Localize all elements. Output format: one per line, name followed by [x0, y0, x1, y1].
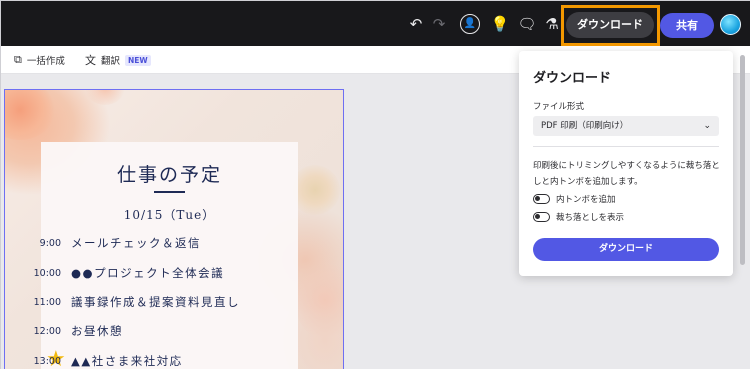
schedule-date: 10/15（Tue） [123, 208, 216, 222]
flask-icon[interactable]: ⚗ [542, 14, 562, 34]
file-format-value: PDF 印刷（印刷向け） [541, 121, 629, 131]
share-button[interactable]: 共有 [660, 13, 714, 38]
divider [533, 146, 719, 147]
panel-download-button[interactable]: ダウンロード [533, 238, 719, 261]
translate-button[interactable]: 文 翻訳 NEW [85, 46, 151, 74]
crop-marks-label: 内トンボを追加 [556, 195, 616, 205]
schedule-text: メールチェック＆返信 [71, 236, 201, 250]
new-badge: NEW [125, 54, 151, 66]
crop-marks-option[interactable]: 内トンボを追加 [533, 192, 616, 206]
panel-title: ダウンロード [533, 71, 612, 86]
download-button-highlight [561, 5, 660, 46]
schedule-time: 9:00 [39, 237, 61, 249]
idea-icon[interactable]: 💡 [490, 14, 510, 34]
undo-icon[interactable]: ↶ [406, 14, 426, 34]
comment-icon[interactable]: 🗨 [517, 14, 537, 34]
bleed-option[interactable]: 裁ち落としを表示 [533, 210, 624, 224]
translate-label: 翻訳 [101, 56, 121, 67]
scrollbar-thumb[interactable] [740, 55, 745, 265]
bulk-create-label: 一括作成 [26, 56, 65, 67]
print-description: 印刷後にトリミングしやすくなるように裁ち落としと内トンボを追加します。 [533, 161, 720, 187]
schedule-time: 13:00 [33, 355, 61, 367]
bulk-create-icon: ⧉ [14, 53, 22, 66]
flower-decoration [85, 90, 125, 105]
chevron-down-icon: ⌄ [703, 121, 711, 131]
title-underline [154, 191, 185, 193]
redo-icon[interactable]: ↷ [429, 14, 449, 34]
crop-marks-toggle[interactable] [533, 194, 550, 204]
schedule-text: 議事録作成＆提案資料見直し [71, 295, 240, 309]
page-title: 仕事の予定 [116, 164, 222, 186]
schedule-row: 10:00 ●●プロジェクト全体会議 [5, 265, 335, 281]
bleed-label: 裁ち落としを表示 [556, 213, 625, 223]
schedule-text: ●●プロジェクト全体会議 [71, 266, 225, 280]
schedule-row: 12:00 お昼休憩 [5, 323, 335, 339]
schedule-text: ▲▲社さま来社対応 [71, 354, 183, 368]
avatar[interactable] [720, 14, 741, 35]
file-format-select[interactable]: PDF 印刷（印刷向け） ⌄ [533, 116, 719, 136]
translate-icon: 文 [85, 54, 96, 67]
schedule-time: 11:00 [33, 296, 61, 308]
schedule-text: お昼休憩 [71, 324, 123, 338]
design-page[interactable]: 仕事の予定 10/15（Tue） 9:00 メールチェック＆返信 10:00 ●… [4, 89, 344, 369]
schedule-row: 9:00 メールチェック＆返信 [5, 235, 335, 251]
bleed-toggle[interactable] [533, 212, 550, 222]
schedule-time: 12:00 [33, 325, 61, 337]
bulk-create-button[interactable]: ⧉ 一括作成 [14, 46, 65, 74]
schedule-row: 13:00 ▲▲社さま来社対応 [5, 353, 335, 369]
schedule-row: 11:00 議事録作成＆提案資料見直し [5, 294, 335, 310]
schedule-time: 10:00 [33, 267, 61, 279]
download-panel: ダウンロード ファイル形式 PDF 印刷（印刷向け） ⌄ 印刷後にトリミングしや… [519, 51, 733, 276]
add-user-icon[interactable]: 👤 [460, 14, 480, 34]
flower-decoration [5, 90, 55, 140]
file-format-label: ファイル形式 [533, 102, 585, 112]
